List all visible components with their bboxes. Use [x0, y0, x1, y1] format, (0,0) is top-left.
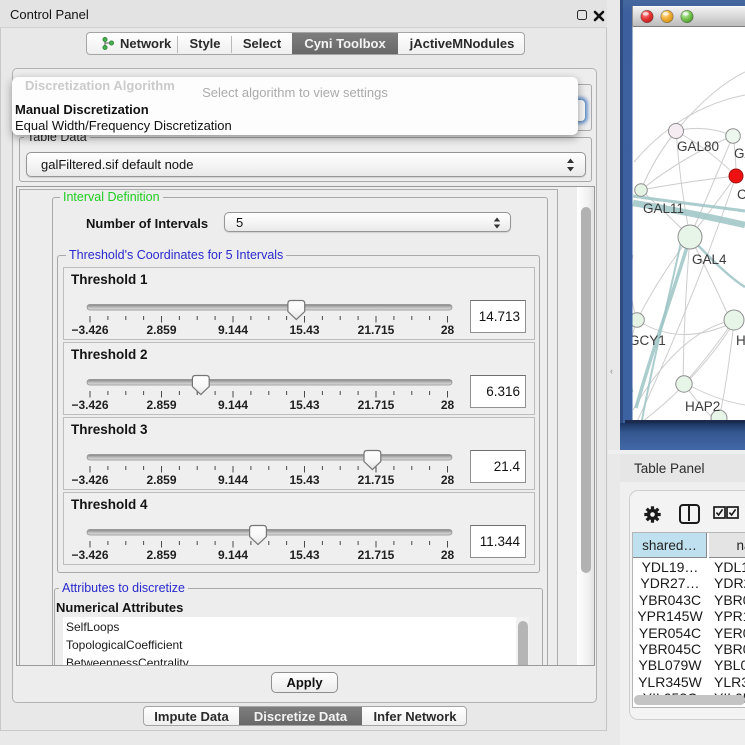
svg-text:−3.426: −3.426: [71, 548, 108, 562]
svg-text:9.144: 9.144: [218, 548, 248, 562]
svg-text:15.43: 15.43: [289, 323, 319, 337]
svg-text:GAL80: GAL80: [677, 139, 719, 154]
svg-text:9.144: 9.144: [218, 398, 248, 412]
svg-text:GAL11: GAL11: [643, 201, 684, 216]
svg-text:−3.426: −3.426: [71, 398, 108, 412]
svg-text:21.715: 21.715: [358, 473, 395, 487]
svg-text:GCY1: GCY1: [629, 333, 666, 348]
svg-text:2.859: 2.859: [146, 548, 176, 562]
svg-text:GAL3: GAL3: [734, 146, 745, 161]
svg-text:15.43: 15.43: [289, 473, 319, 487]
svg-text:9.144: 9.144: [218, 473, 248, 487]
svg-text:2.859: 2.859: [146, 323, 176, 337]
svg-text:28: 28: [441, 473, 455, 487]
svg-text:28: 28: [441, 323, 455, 337]
svg-text:2.859: 2.859: [146, 473, 176, 487]
svg-text:2.859: 2.859: [146, 398, 176, 412]
svg-text:28: 28: [441, 398, 455, 412]
svg-text:9.144: 9.144: [218, 323, 248, 337]
svg-text:21.715: 21.715: [358, 548, 395, 562]
svg-text:15.43: 15.43: [289, 548, 319, 562]
svg-text:28: 28: [441, 548, 455, 562]
svg-text:15.43: 15.43: [289, 398, 319, 412]
svg-text:GAL4: GAL4: [692, 252, 727, 267]
svg-text:−3.426: −3.426: [71, 473, 108, 487]
svg-text:−3.426: −3.426: [71, 323, 108, 337]
svg-text:21.715: 21.715: [358, 398, 395, 412]
svg-text:HAP2: HAP2: [685, 399, 720, 414]
svg-text:C: C: [737, 187, 745, 202]
svg-text:H: H: [736, 333, 745, 348]
svg-text:21.715: 21.715: [358, 323, 395, 337]
